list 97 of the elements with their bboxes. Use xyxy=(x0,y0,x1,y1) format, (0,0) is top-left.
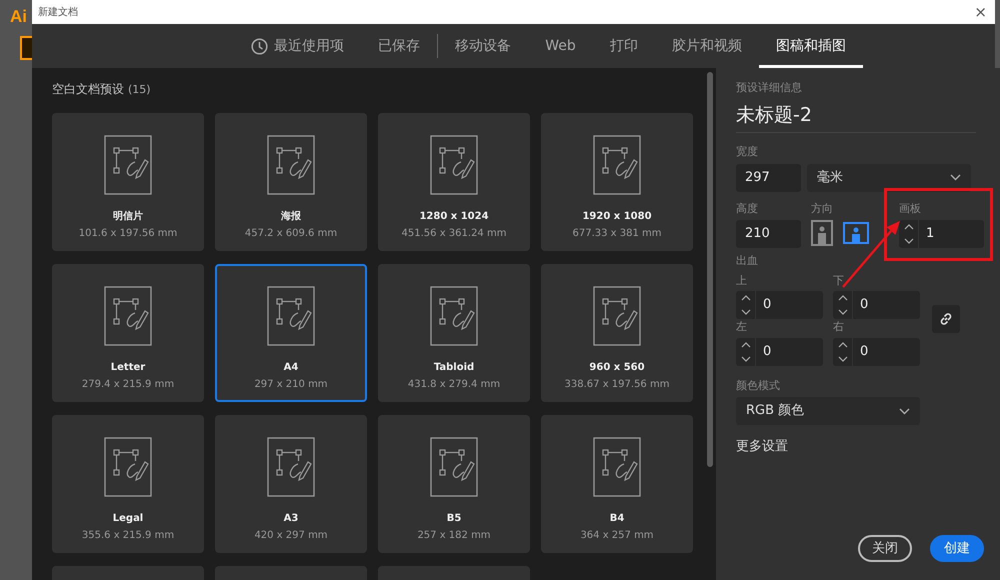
preset-name: B4 xyxy=(610,512,624,526)
preset-card[interactable]: 1280 x 1024 451.56 x 361.24 mm xyxy=(378,112,530,250)
field-label: 颜色模式 xyxy=(736,378,781,394)
preset-card[interactable]: Legal 355.6 x 215.9 mm xyxy=(52,414,204,552)
preset-card[interactable]: 明信片 101.6 x 197.56 mm xyxy=(52,112,204,250)
preset-card[interactable]: Tabloid 431.8 x 279.4 mm xyxy=(378,264,530,402)
field-label: 宽度 xyxy=(736,144,759,160)
number-stepper[interactable]: 0 xyxy=(736,338,823,366)
preset-size: 101.6 x 197.56 mm xyxy=(78,226,178,240)
preset-card[interactable]: B4 364 x 257 mm xyxy=(541,414,693,552)
field-label: 高度 xyxy=(736,200,759,216)
document-artboard-icon xyxy=(593,436,641,496)
close-button[interactable]: × xyxy=(974,4,987,20)
number-stepper[interactable]: 1 xyxy=(899,220,984,248)
create-button[interactable]: 创建 xyxy=(930,534,984,562)
preset-size: 364 x 257 mm xyxy=(580,528,654,542)
field-label: 出血 xyxy=(736,253,759,269)
field-label: 方向 xyxy=(811,200,834,216)
field-label: 上 xyxy=(736,272,748,288)
preset-size: 431.8 x 279.4 mm xyxy=(408,378,500,392)
up-down-arrows-icon xyxy=(838,340,848,362)
chevron-down-icon xyxy=(899,408,910,414)
preset-name: 1280 x 1024 xyxy=(419,210,489,224)
field-label: 下 xyxy=(833,272,845,288)
field-label: 右 xyxy=(833,319,845,335)
preset-name: 1920 x 1080 xyxy=(582,210,652,224)
section-title: 空白文档预设 xyxy=(52,82,124,96)
tab[interactable]: 最近使用项 xyxy=(234,24,362,68)
preset-card[interactable]: 1920 x 1080 677.33 x 381 mm xyxy=(541,112,693,250)
tab[interactable]: 打印 xyxy=(592,24,655,68)
document-artboard-icon xyxy=(267,134,315,194)
tab[interactable]: 胶片和视频 xyxy=(654,24,759,68)
number-stepper[interactable]: 0 xyxy=(736,291,823,319)
window-title: 新建文档 xyxy=(38,6,78,20)
preset-size: 338.67 x 197.56 mm xyxy=(564,378,670,392)
field-label: 画板 xyxy=(899,200,922,216)
preset-card[interactable]: 海报 457.2 x 609.6 mm xyxy=(215,112,367,250)
preset-size: 279.4 x 215.9 mm xyxy=(82,378,174,392)
preset-name: 960 x 560 xyxy=(589,360,645,374)
preset-size: 677.33 x 381 mm xyxy=(572,226,662,240)
preset-size: 420 x 297 mm xyxy=(254,528,328,542)
color-mode-dropdown[interactable]: RGB 颜色 xyxy=(736,397,920,425)
document-artboard-icon xyxy=(104,134,152,194)
number-stepper[interactable]: 0 xyxy=(833,338,920,366)
preset-name: Tabloid xyxy=(434,360,474,374)
tab[interactable]: Web xyxy=(528,24,593,68)
clock-icon xyxy=(251,38,268,54)
preset-size: 451.56 x 361.24 mm xyxy=(402,226,506,240)
document-artboard-icon xyxy=(104,436,152,496)
portrait-button[interactable] xyxy=(811,220,833,246)
width-field[interactable]: 297 xyxy=(736,164,801,192)
unit-dropdown[interactable]: 毫米 xyxy=(807,164,971,192)
preset-name: 海报 xyxy=(281,210,301,224)
up-down-arrows-icon xyxy=(904,223,914,245)
document-artboard-icon xyxy=(430,436,478,496)
preset-size: 457.2 x 609.6 mm xyxy=(244,226,338,240)
height-field[interactable]: 210 xyxy=(736,220,801,248)
preset-card[interactable]: A4 297 x 210 mm xyxy=(215,264,367,402)
preset-size: 297 x 210 mm xyxy=(254,378,328,392)
more-settings-link[interactable]: 更多设置 xyxy=(736,437,984,456)
preset-card[interactable]: 960 x 560 338.67 x 197.56 mm xyxy=(541,264,693,402)
document-artboard-icon xyxy=(267,436,315,496)
preset-count: (15) xyxy=(128,83,151,96)
preset-name: B5 xyxy=(446,512,462,526)
preset-card[interactable]: Letter 279.4 x 215.9 mm xyxy=(52,264,204,402)
annotation-arrow xyxy=(842,221,900,288)
preset-size: 355.6 x 215.9 mm xyxy=(82,528,174,542)
document-name[interactable]: 未标题-2 xyxy=(736,96,976,133)
preset-name: A3 xyxy=(284,512,298,526)
chain-link-icon xyxy=(938,311,954,327)
preset-card[interactable]: A3 420 x 297 mm xyxy=(215,414,367,552)
preset-name: Letter xyxy=(110,360,146,374)
landscape-button[interactable] xyxy=(843,220,869,246)
document-artboard-icon xyxy=(593,134,641,194)
field-label: 左 xyxy=(736,319,748,335)
number-stepper[interactable]: 0 xyxy=(833,291,920,319)
document-artboard-icon xyxy=(430,286,478,346)
document-artboard-icon xyxy=(104,286,152,346)
document-artboard-icon xyxy=(430,134,478,194)
tab[interactable]: 移动设备 xyxy=(438,24,528,68)
preset-name: A4 xyxy=(284,360,298,374)
tab[interactable]: 已保存 xyxy=(361,24,438,68)
document-artboard-icon xyxy=(267,286,315,346)
up-down-arrows-icon xyxy=(740,294,750,316)
document-artboard-icon xyxy=(593,286,641,346)
preset-name: Legal xyxy=(112,512,144,526)
up-down-arrows-icon xyxy=(740,340,750,362)
preset-card[interactable]: B5 257 x 182 mm xyxy=(378,414,530,552)
section-title: 预设详细信息 xyxy=(736,80,803,96)
up-down-arrows-icon xyxy=(838,294,848,316)
scrollbar-thumb[interactable] xyxy=(707,72,713,467)
preset-size: 257 x 182 mm xyxy=(417,528,491,542)
chevron-down-icon xyxy=(950,174,961,181)
app-logo: Ai xyxy=(9,6,28,28)
link-button[interactable] xyxy=(932,305,960,333)
preset-name: 明信片 xyxy=(113,210,143,224)
close-dialog-button[interactable]: 关闭 xyxy=(858,534,912,562)
